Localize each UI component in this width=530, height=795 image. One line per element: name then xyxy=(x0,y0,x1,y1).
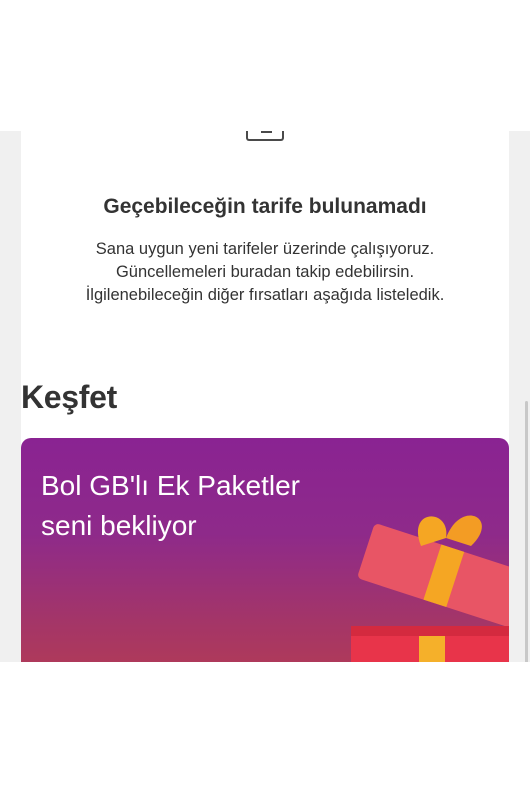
gift-box-icon xyxy=(351,515,509,662)
app-screen: Geçebileceğin tarife bulunamadı Sana uyg… xyxy=(0,131,530,662)
scrollbar[interactable] xyxy=(525,401,528,662)
empty-box-icon xyxy=(246,131,284,141)
discover-section-title: Keşfet xyxy=(21,379,118,415)
empty-state-title: Geçebileceğin tarife bulunamadı xyxy=(103,195,427,218)
empty-state-line: Sana uygun yeni tarifeler üzerinde çalış… xyxy=(95,240,435,258)
promo-card-extra-packages[interactable]: Bol GB'lı Ek Paketler seni bekliyor xyxy=(21,438,509,662)
empty-state-line: İlgilenebileceğin diğer fırsatları aşağı… xyxy=(85,286,445,304)
empty-state-line: Güncellemeleri buradan takip edebilirsin… xyxy=(115,263,415,281)
empty-state-description: Sana uygun yeni tarifeler üzerinde çalış… xyxy=(21,238,509,307)
empty-state-card: Geçebileceğin tarife bulunamadı Sana uyg… xyxy=(21,131,509,476)
